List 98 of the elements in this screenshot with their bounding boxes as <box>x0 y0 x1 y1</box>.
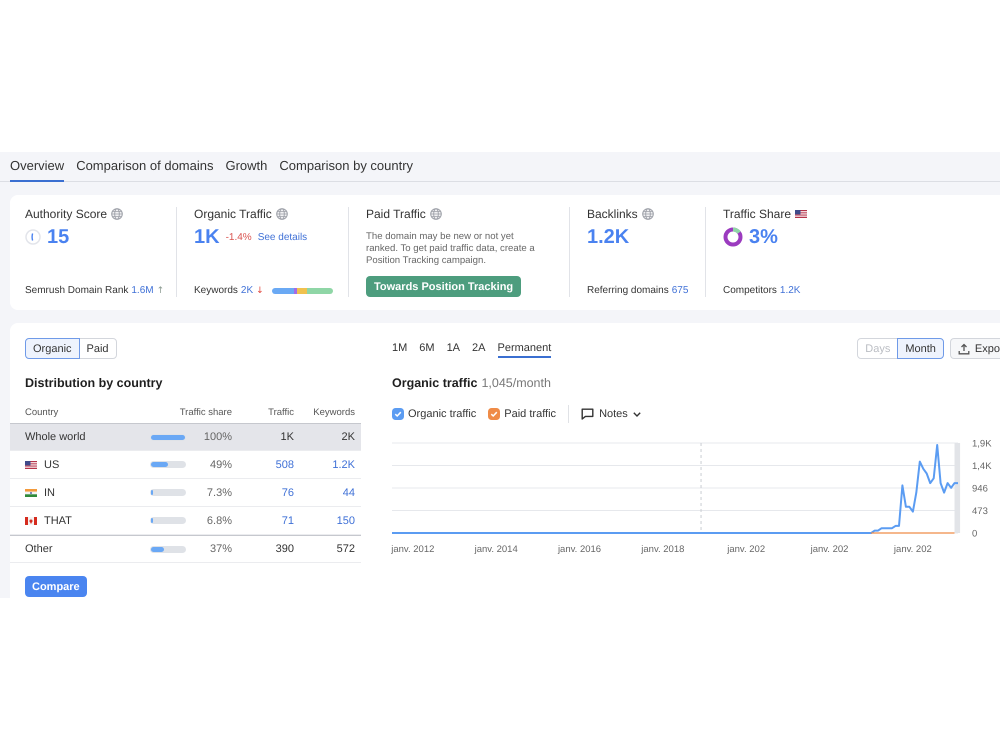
table-row[interactable]: US 49% 508 1.2K <box>10 451 361 479</box>
nav-tab[interactable]: Comparison by country <box>279 158 414 182</box>
share-percent: 37% <box>208 543 232 555</box>
country-name: THAT <box>44 514 72 526</box>
x-axis-label: janv. 202 <box>810 544 848 555</box>
x-axis-label: janv. 202 <box>894 544 932 555</box>
nav-tab[interactable]: Comparison of domains <box>76 158 214 182</box>
footer-label: Keywords <box>194 285 238 297</box>
trend-arrow: ↓ <box>256 285 264 297</box>
traffic-value[interactable]: 76 <box>232 486 294 498</box>
traffic-value[interactable]: 71 <box>232 514 294 526</box>
comment-icon <box>581 408 594 420</box>
x-axis-label: janv. 2016 <box>558 544 602 555</box>
keywords-value[interactable]: 44 <box>294 486 355 498</box>
share-percent: 6.8% <box>206 514 232 526</box>
metric-title: Backlinks <box>587 207 638 221</box>
footer-label: Semrush Domain Rank <box>25 285 128 297</box>
metric-title: Paid Traffic <box>366 207 426 221</box>
legend-label: Organic traffic <box>408 408 476 420</box>
table-row[interactable]: Whole world 100% 1K 2K <box>10 423 361 451</box>
y-axis-label: 946 <box>972 484 988 494</box>
country-name: Whole world <box>25 431 86 443</box>
share-percent: 7.3% <box>206 486 232 498</box>
toggle-button[interactable]: Paid <box>78 338 117 359</box>
x-axis-label: janv. 2012 <box>391 544 434 555</box>
x-axis-label: janv. 202 <box>727 544 766 555</box>
y-axis-label: 1,4K <box>972 461 992 472</box>
footer-value-link[interactable]: 675 <box>672 285 688 297</box>
column-header: Traffic <box>267 407 294 418</box>
share-percent: 100% <box>202 431 232 443</box>
footer-label: Competitors <box>723 285 777 297</box>
metric-value: 1.2K <box>587 226 630 248</box>
checkbox[interactable] <box>488 408 500 420</box>
metric-value: 1K <box>194 226 220 248</box>
footer-value-link[interactable]: 1.6M <box>131 285 154 297</box>
x-axis-label: janv. 2018 <box>641 544 684 555</box>
nav-tab[interactable]: Overview <box>10 158 64 182</box>
period-tab[interactable]: 1A <box>446 338 460 358</box>
chevron-down-icon <box>632 412 641 416</box>
keywords-value[interactable]: 1.2K <box>294 458 355 470</box>
chart-title: Organic traffic <box>392 375 478 391</box>
keywords-value: 2K <box>340 431 355 443</box>
canada-flag-icon <box>25 516 37 524</box>
y-axis-label: 1,9K <box>972 438 992 450</box>
see-details-link[interactable]: See details <box>258 232 308 242</box>
metric-title: Traffic Share <box>723 207 792 221</box>
metric-description: The domain may be new or not yet ranked. To get paid traffic data, create a Position Tracking campaign. <box>366 231 536 267</box>
us-flag-icon <box>795 210 808 218</box>
y-axis-label: 0 <box>972 528 978 540</box>
metric-title: Authority Score <box>25 207 108 221</box>
column-header: Keywords <box>312 407 355 418</box>
column-header: Traffic share <box>178 407 232 418</box>
footer-label: Referring domains <box>587 285 669 297</box>
keywords-value[interactable]: 150 <box>294 514 355 526</box>
donut-icon <box>723 227 743 247</box>
globe-icon[interactable] <box>276 208 288 220</box>
upload-icon <box>958 342 970 354</box>
table-row[interactable]: IN 7.3% 76 44 <box>10 479 361 507</box>
metric-value: 3% <box>749 226 778 248</box>
keywords-value: 572 <box>336 543 355 555</box>
column-header: Country <box>25 407 60 418</box>
checkbox[interactable] <box>392 408 404 420</box>
nav-tab[interactable]: Growth <box>225 158 268 182</box>
metric-title: Organic Traffic <box>194 207 272 221</box>
footer-value-link[interactable]: 1.2K <box>780 285 800 297</box>
traffic-value: 1K <box>280 431 294 443</box>
footer-value-link[interactable]: 2K <box>240 285 254 297</box>
metric-value: 15 <box>47 226 70 248</box>
traffic-value: 390 <box>274 543 294 555</box>
toggle-button[interactable]: Month <box>897 338 944 359</box>
country-name: IN <box>44 486 55 498</box>
change-percent: -1.4% <box>226 232 252 242</box>
y-axis-label: 473 <box>972 506 988 517</box>
period-tab[interactable]: Permanent <box>498 338 552 358</box>
globe-icon[interactable] <box>642 208 654 220</box>
monthly-traffic-value: 1,045/month <box>481 375 551 391</box>
country-name: US <box>44 458 60 470</box>
period-tab[interactable]: 6M <box>419 338 435 358</box>
toggle-button[interactable]: Organic <box>25 338 80 359</box>
trend-arrow: ↑ <box>156 285 164 297</box>
globe-icon[interactable] <box>430 208 442 220</box>
country-name: Other <box>25 543 53 555</box>
globe-icon[interactable] <box>111 208 124 220</box>
period-tab[interactable]: 1M <box>392 338 408 358</box>
legend-label: Paid traffic <box>504 408 556 420</box>
india-flag-icon <box>25 488 37 496</box>
export-button[interactable]: Expo <box>950 338 1000 359</box>
section-title: Distribution by country <box>25 375 164 391</box>
us-flag-icon <box>25 460 37 468</box>
traffic-value[interactable]: 508 <box>232 458 294 470</box>
table-row[interactable]: Other 37% 390 572 <box>10 535 361 563</box>
compare-button[interactable]: Compare <box>25 576 87 597</box>
share-percent: 49% <box>208 458 232 470</box>
notes-button[interactable]: Notes <box>581 408 641 420</box>
period-tab[interactable]: 2A <box>472 338 486 358</box>
x-axis-label: janv. 2014 <box>474 544 518 555</box>
table-row[interactable]: THAT 6.8% 71 150 <box>10 507 361 535</box>
score-ring-icon <box>25 229 41 245</box>
